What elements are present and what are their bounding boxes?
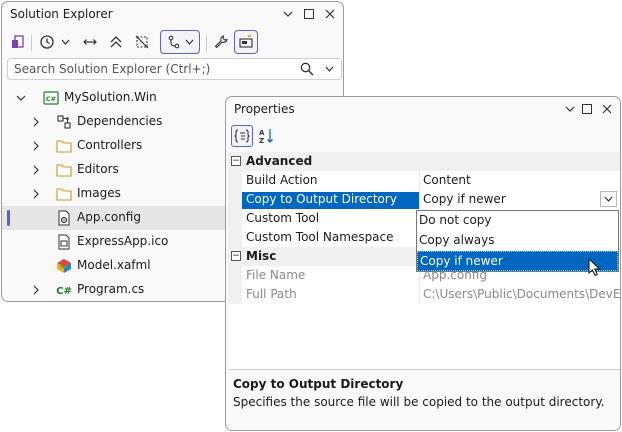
chevron-down-icon[interactable]	[278, 4, 298, 24]
category-advanced[interactable]: − Advanced	[228, 152, 620, 171]
description-panel: Copy to Output Directory Specifies the s…	[228, 369, 620, 430]
search-placeholder: Search Solution Explorer (Ctrl+;)	[14, 62, 211, 76]
description-title: Copy to Output Directory	[233, 377, 404, 391]
grid-gutter	[228, 209, 242, 228]
grid-gutter	[228, 190, 242, 209]
toolbar-separator	[31, 35, 32, 51]
switch-views-icon[interactable]	[8, 30, 28, 54]
wrench-icon[interactable]	[211, 30, 231, 54]
alphabetical-sort-icon[interactable]: AZ	[256, 125, 278, 147]
folder-icon	[56, 138, 72, 154]
maximize-icon[interactable]	[577, 99, 597, 119]
chevron-right-icon[interactable]	[29, 163, 43, 177]
show-all-files-icon[interactable]	[132, 30, 152, 54]
tree-item-label: Program.cs	[77, 282, 145, 296]
collapse-icon[interactable]: −	[231, 156, 241, 166]
property-row-copy-to-output[interactable]: Copy to Output Directory Copy if newer	[228, 190, 620, 209]
config-file-icon	[56, 210, 72, 226]
folder-icon	[56, 162, 72, 178]
tree-item-label: App.config	[77, 210, 141, 224]
solution-explorer-title: Solution Explorer	[10, 7, 113, 21]
grid-gutter	[228, 171, 242, 190]
category-label: Advanced	[246, 154, 313, 168]
property-row-build-action[interactable]: Build Action Content	[228, 171, 620, 190]
property-name: Custom Tool Namespace	[246, 230, 394, 244]
chevron-down-icon[interactable]	[58, 30, 72, 54]
model-file-icon	[56, 258, 72, 274]
grid-gutter	[228, 266, 242, 285]
properties-titlebar[interactable]: Properties	[226, 97, 620, 121]
categorized-view-button[interactable]	[231, 125, 253, 147]
column-separator	[419, 171, 420, 190]
svg-text:A: A	[259, 129, 265, 137]
mouse-cursor-icon	[588, 257, 601, 280]
tree-item-label: Model.xafml	[77, 258, 151, 272]
maximize-icon[interactable]	[299, 4, 319, 24]
history-icon[interactable]	[37, 30, 57, 54]
icon-file-icon	[56, 234, 72, 250]
solution-explorer-titlebar[interactable]: Solution Explorer	[2, 2, 343, 26]
tree-item-label: Images	[77, 186, 121, 200]
properties-title: Properties	[234, 102, 295, 116]
tree-item-label: ExpressApp.ico	[77, 234, 169, 248]
chevron-down-icon[interactable]	[322, 62, 336, 76]
property-name: Custom Tool	[246, 211, 320, 225]
property-name: Full Path	[246, 287, 297, 301]
search-input[interactable]: Search Solution Explorer (Ctrl+;)	[7, 58, 342, 80]
column-separator	[419, 190, 420, 209]
grid-gutter	[228, 285, 242, 304]
chevron-right-icon[interactable]	[29, 139, 43, 153]
pending-changes-filter-button[interactable]	[160, 30, 200, 54]
property-row-full-path[interactable]: Full Path C:\Users\Public\Documents\DevE…	[228, 285, 620, 304]
folder-icon	[56, 186, 72, 202]
tree-item-label: MySolution.Win	[64, 90, 157, 104]
selection-indicator	[7, 210, 10, 226]
property-value[interactable]: Content	[421, 173, 620, 190]
category-label: Misc	[246, 249, 277, 263]
property-name: File Name	[246, 268, 306, 282]
dropdown-button[interactable]	[600, 191, 617, 207]
column-separator	[419, 285, 420, 304]
dropdown-option-copy-always[interactable]: Copy always	[417, 231, 618, 251]
tree-item-label: Controllers	[77, 138, 143, 152]
chevron-down-icon[interactable]	[14, 91, 28, 105]
chevron-right-icon[interactable]	[29, 187, 43, 201]
chevron-right-icon[interactable]	[29, 283, 43, 297]
property-name: Copy to Output Directory	[242, 192, 419, 209]
csharp-project-icon: C#	[43, 90, 59, 106]
close-icon[interactable]	[597, 99, 617, 119]
svg-text:Z: Z	[259, 137, 264, 145]
tree-item-label: Editors	[77, 162, 119, 176]
property-value-select[interactable]: Copy if newer	[421, 192, 620, 209]
svg-text:C#: C#	[56, 286, 72, 297]
preview-selected-items-button[interactable]	[234, 30, 258, 54]
toolbar-separator	[206, 35, 207, 51]
property-name: Build Action	[246, 173, 318, 187]
collapse-icon[interactable]: −	[231, 251, 241, 261]
search-icon[interactable]	[299, 61, 315, 77]
svg-text:C#: C#	[46, 95, 56, 103]
sync-with-active-document-icon[interactable]	[80, 30, 100, 54]
solution-explorer-toolbar	[2, 27, 343, 57]
property-value: C:\Users\Public\Documents\DevExpress	[423, 287, 620, 301]
csharp-file-icon: C#	[56, 282, 72, 298]
grid-gutter	[228, 228, 242, 247]
chevron-right-icon[interactable]	[29, 115, 43, 129]
collapse-all-icon[interactable]	[106, 30, 126, 54]
tree-item-label: Dependencies	[77, 114, 163, 128]
dropdown-option-do-not-copy[interactable]: Do not copy	[417, 211, 618, 231]
close-icon[interactable]	[320, 4, 340, 24]
property-grid: − Advanced Build Action Content Copy to …	[228, 152, 620, 402]
dependencies-icon	[56, 114, 72, 130]
description-text: Specifies the source file will be copied…	[233, 395, 605, 409]
